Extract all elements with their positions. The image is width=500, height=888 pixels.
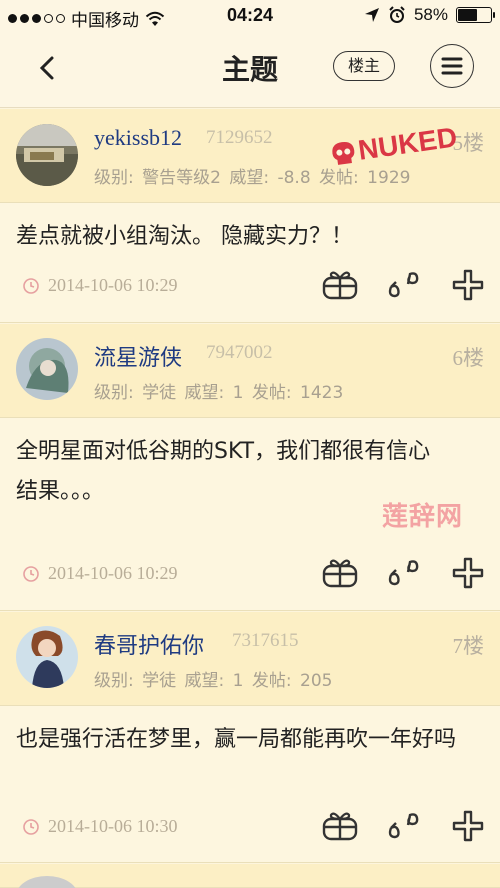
gift-icon: [322, 812, 358, 841]
avatar[interactable]: [16, 338, 78, 400]
timestamp-text: 2014-10-06 10:29: [48, 275, 178, 295]
timestamp-text: 2014-10-06 10:29: [48, 563, 178, 583]
plus-icon: [452, 269, 484, 301]
clock-icon: [23, 565, 39, 582]
user-meta: 级别: 警告等级2 威望: -8.8 发帖: 1929: [94, 168, 411, 188]
post-content: 差点就被小组淘汰。 隐藏实力？！: [16, 224, 353, 249]
avatar[interactable]: [16, 876, 78, 888]
menu-icon: [441, 57, 463, 75]
quote-button[interactable]: [386, 555, 422, 591]
username[interactable]: yekissb12: [94, 125, 182, 151]
navigation-bar: 主题 楼主: [0, 32, 500, 108]
page-title: 主题: [221, 53, 278, 86]
username[interactable]: 流星游侠: [94, 340, 182, 372]
quote-icon: [388, 560, 419, 586]
reply-button[interactable]: [450, 267, 486, 303]
location-arrow-icon: [364, 8, 379, 22]
floor-number: 7楼: [452, 634, 485, 658]
post-timestamp: 2014-10-06 10:29: [22, 275, 178, 296]
post-header: 春哥护佑你 7317615 7楼 级别: 学徒 威望: 1 发帖: 205: [0, 612, 500, 706]
timestamp-text: 2014-10-06 10:30: [48, 816, 178, 836]
quote-button[interactable]: [386, 808, 422, 844]
clock-icon: [23, 277, 39, 294]
post-header: 流星游侠 7947002 6楼 级别: 学徒 威望: 1 发帖: 1423: [0, 324, 500, 418]
alarm-clock-icon: [389, 6, 405, 23]
status-bar: 中国移动 04:24 58%: [0, 0, 500, 32]
owner-only-button[interactable]: 楼主: [333, 51, 395, 81]
quote-icon: [388, 813, 419, 839]
user-id: 7317615: [232, 630, 299, 651]
menu-button[interactable]: [430, 44, 474, 88]
battery-percent: 58%: [413, 5, 448, 24]
username[interactable]: 春哥护佑你: [94, 628, 204, 660]
post-timestamp: 2014-10-06 10:30: [22, 816, 178, 837]
gift-button[interactable]: [322, 808, 358, 844]
gift-icon: [322, 559, 358, 588]
post-actions: [322, 808, 486, 844]
user-id: 7947002: [206, 342, 273, 363]
floor-number: 6楼: [452, 346, 485, 370]
avatar[interactable]: [16, 124, 78, 186]
avatar[interactable]: [16, 626, 78, 688]
gift-button[interactable]: [322, 267, 358, 303]
post-actions: [322, 555, 486, 591]
post-header-partial: [0, 864, 500, 888]
watermark: 莲辞网: [382, 502, 464, 532]
user-meta: 级别: 学徒 威望: 1 发帖: 205: [94, 671, 333, 691]
user-meta: 级别: 学徒 威望: 1 发帖: 1423: [94, 383, 344, 403]
gift-button[interactable]: [322, 555, 358, 591]
post-actions: [322, 267, 486, 303]
post-body: 差点就被小组淘汰。 隐藏实力？！ 2014-10-06 10:29: [0, 203, 500, 323]
quote-icon: [388, 272, 419, 298]
skull-icon: [332, 141, 355, 165]
plus-icon: [452, 810, 484, 842]
post-content: 也是强行活在梦里，赢一局都能再吹一年好吗: [16, 727, 457, 752]
post-timestamp: 2014-10-06 10:29: [22, 563, 178, 584]
gift-icon: [322, 271, 358, 300]
quote-button[interactable]: [386, 267, 422, 303]
user-id: 7129652: [206, 127, 273, 148]
clock-icon: [23, 818, 39, 835]
plus-icon: [452, 557, 484, 589]
post-body: 也是强行活在梦里，赢一局都能再吹一年好吗 2014-10-06 10:30: [0, 706, 500, 863]
battery-icon: [456, 7, 495, 23]
reply-button[interactable]: [450, 808, 486, 844]
reply-button[interactable]: [450, 555, 486, 591]
